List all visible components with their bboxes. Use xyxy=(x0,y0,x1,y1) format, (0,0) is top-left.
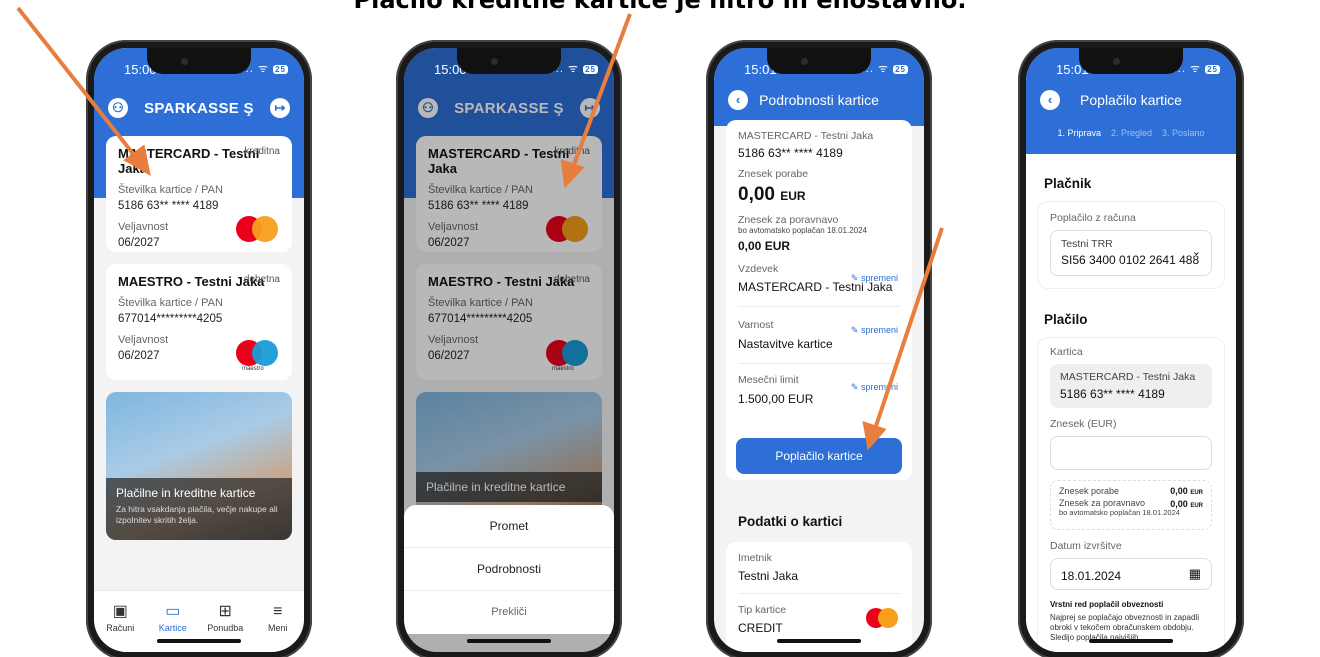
annotation-arrows xyxy=(16,6,944,451)
stage: Plačilo kreditne kartice je hitro in eno… xyxy=(0,0,1320,657)
arrow-2 xyxy=(560,13,632,189)
arrow-1 xyxy=(16,6,151,176)
arrow-3 xyxy=(862,227,944,451)
